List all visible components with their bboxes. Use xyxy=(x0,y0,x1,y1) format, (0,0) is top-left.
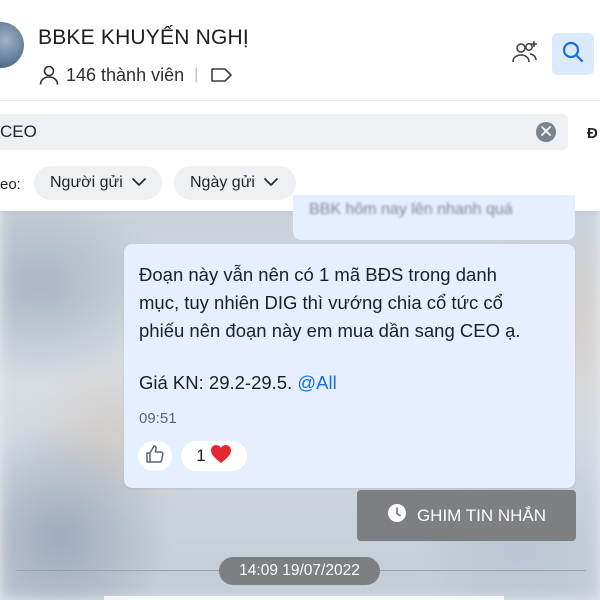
group-name[interactable]: BBKE KHUYẾN NGHỊ xyxy=(38,26,249,50)
search-input[interactable] xyxy=(0,122,500,142)
message-line: phiếu nên đoạn này em mua dần sang CEO ạ… xyxy=(139,320,521,341)
chevron-down-icon xyxy=(131,174,147,192)
add-member-icon xyxy=(511,39,539,70)
pin-message-label: GHIM TIN NHẮN xyxy=(416,505,547,525)
thumbs-up-icon xyxy=(145,444,165,469)
filter-date-dropdown[interactable]: Ngày gửi xyxy=(174,166,296,200)
like-reaction-button[interactable] xyxy=(138,441,172,471)
chevron-down-icon xyxy=(263,174,279,192)
group-meta: 146 thành viên | xyxy=(38,63,234,87)
tag-icon[interactable] xyxy=(210,66,234,84)
reaction-count: 1 xyxy=(196,446,206,465)
previous-message[interactable]: BBK hôm nay lên nhanh quá xyxy=(293,195,575,240)
member-count[interactable]: 146 thành viên xyxy=(66,65,184,86)
search-box xyxy=(0,114,568,150)
person-icon xyxy=(38,64,60,86)
pin-message-button[interactable]: GHIM TIN NHẮN xyxy=(357,490,576,541)
next-message-edge xyxy=(104,596,504,600)
clock-icon xyxy=(387,503,407,528)
filter-label: eo: xyxy=(0,176,21,193)
close-icon xyxy=(541,123,551,141)
search-button[interactable] xyxy=(552,33,594,75)
meta-separator: | xyxy=(194,66,199,83)
date-divider-label: 14:09 19/07/2022 xyxy=(219,557,380,585)
chat-header: BBKE KHUYẾN NGHỊ 146 thành viên | xyxy=(0,0,600,101)
reaction-summary[interactable]: 1 xyxy=(181,441,247,471)
search-action-label[interactable]: Đ xyxy=(587,125,598,142)
filter-sender-dropdown[interactable]: Người gửi xyxy=(34,166,162,200)
message-line: Đoạn này vẫn nên có 1 mã BĐS trong danh xyxy=(139,264,497,285)
filter-date-label: Ngày gửi xyxy=(190,174,255,191)
filter-sender-label: Người gửi xyxy=(50,174,123,191)
heart-icon xyxy=(210,444,232,469)
clear-search-button[interactable] xyxy=(536,122,556,142)
search-icon xyxy=(561,40,585,69)
message-time: 09:51 xyxy=(139,410,177,427)
previous-message-text: BBK hôm nay lên nhanh quá xyxy=(309,201,513,218)
message-line: mục, tuy nhiên DIG thì vướng chia cổ tức… xyxy=(139,292,503,313)
add-member-button[interactable] xyxy=(507,36,543,72)
mention-all-link[interactable]: @All xyxy=(297,372,336,393)
group-avatar[interactable] xyxy=(0,22,24,68)
message-price-line: Giá KN: 29.2-29.5. @All xyxy=(139,372,337,394)
message-bubble[interactable]: Đoạn này vẫn nên có 1 mã BĐS trong danh … xyxy=(124,244,575,488)
price-text: Giá KN: 29.2-29.5. xyxy=(139,372,298,393)
